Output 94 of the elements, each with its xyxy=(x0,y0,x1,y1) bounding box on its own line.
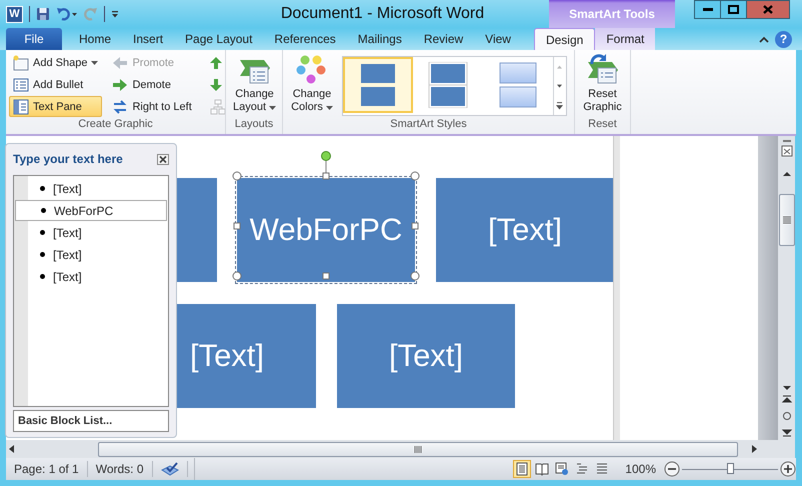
layout-name-link[interactable]: Basic Block List... xyxy=(13,410,169,432)
close-icon[interactable] xyxy=(157,154,169,164)
ribbon-button[interactable]: Change Colors xyxy=(286,52,338,118)
ribbon-button[interactable]: Add Bullet xyxy=(9,74,102,95)
caret-icon xyxy=(91,60,98,64)
diagram-shape[interactable]: WebForPC xyxy=(235,176,417,284)
right-arrow-icon xyxy=(112,76,128,92)
scroll-up-icon[interactable] xyxy=(780,170,792,178)
book-icon xyxy=(535,462,550,476)
text-pane-icon xyxy=(13,98,29,114)
ribbon-tab[interactable]: Home xyxy=(68,28,122,50)
left-arrow-icon xyxy=(112,54,128,70)
grip-icon xyxy=(414,446,422,452)
pane-title: Type your text here xyxy=(13,152,123,166)
group-label: SmartArt Styles xyxy=(389,118,468,132)
word-count[interactable]: Words: 0 xyxy=(88,461,153,477)
reset-graphic-icon xyxy=(586,54,620,86)
web-layout-icon xyxy=(555,462,570,476)
ribbon-tab[interactable]: References xyxy=(263,28,347,50)
list-item[interactable]: [Text] xyxy=(14,178,168,199)
scrollbar-thumb[interactable] xyxy=(778,194,794,246)
ribbon-button[interactable]: Text Pane xyxy=(9,96,102,117)
ribbon-button[interactable]: Right to Left xyxy=(108,96,196,117)
bullet-icon xyxy=(40,230,45,235)
swap-arrows-icon xyxy=(112,98,128,114)
item-text: WebForPC xyxy=(54,204,114,218)
undo-icon[interactable] xyxy=(56,7,78,21)
ribbon-button[interactable]: Add Shape xyxy=(9,52,102,73)
down-arrow-icon xyxy=(210,78,222,90)
ribbon-button[interactable]: Demote xyxy=(108,74,196,95)
up-arrow-icon xyxy=(210,56,222,68)
style-thumbnail[interactable] xyxy=(343,57,413,113)
ribbon-tab[interactable]: Format xyxy=(595,28,656,50)
maximize-button[interactable] xyxy=(720,0,747,19)
ribbon-tab[interactable]: Design xyxy=(534,28,596,50)
group-label: Layouts xyxy=(234,118,274,132)
color-dots-icon xyxy=(296,54,328,86)
customize-icon[interactable] xyxy=(111,10,119,18)
app-icon[interactable]: W xyxy=(6,6,23,22)
add-shape-icon xyxy=(13,54,29,70)
close-icon xyxy=(763,5,773,14)
add-bullet-icon xyxy=(13,76,29,92)
draft-icon xyxy=(595,462,610,476)
bullet-icon xyxy=(40,274,45,279)
minimize-button[interactable] xyxy=(694,0,721,19)
proofing-icon[interactable] xyxy=(160,462,179,476)
view-button[interactable] xyxy=(513,460,532,478)
ribbon-tab[interactable]: File xyxy=(6,28,62,50)
list-item[interactable]: [Text] xyxy=(14,244,168,265)
group-label: Reset xyxy=(587,118,618,132)
ribbon-tab[interactable]: Review xyxy=(412,28,474,50)
bullet-icon xyxy=(40,252,45,257)
contextual-tab-header: SmartArt Tools xyxy=(549,0,675,28)
collapse-ribbon-icon[interactable] xyxy=(759,36,769,42)
list-item[interactable]: [Text] xyxy=(14,266,168,287)
minimize-icon xyxy=(702,8,712,12)
help-button[interactable]: ? xyxy=(775,30,792,48)
outline-icon xyxy=(575,462,590,476)
ribbon-tab[interactable]: View xyxy=(474,28,522,50)
item-text: [Text] xyxy=(53,182,82,196)
page-count[interactable]: Page: 1 of 1 xyxy=(6,461,88,477)
style-preview-icon xyxy=(427,62,469,108)
slider-thumb[interactable] xyxy=(727,463,734,474)
list-item[interactable]: WebForPC xyxy=(15,200,167,221)
maximize-icon xyxy=(728,5,739,14)
zoom-slider[interactable] xyxy=(682,463,778,475)
save-icon[interactable] xyxy=(36,7,50,21)
text-entry-list[interactable]: [Text] WebForPC [Text] [Text] [Text] xyxy=(13,175,169,407)
ribbon-button[interactable]: Change Layout xyxy=(229,52,280,118)
ribbon-tab[interactable]: Mailings xyxy=(346,28,413,50)
bullet-icon xyxy=(40,186,45,191)
caret-icon xyxy=(269,106,276,110)
item-text: [Text] xyxy=(53,248,82,262)
ribbon-tab[interactable]: Insert xyxy=(122,28,174,50)
diagram-shape[interactable]: [Text] xyxy=(436,178,613,282)
scroll-down-icon[interactable] xyxy=(780,384,792,392)
zoom-out-icon[interactable] xyxy=(664,461,680,477)
caret-icon xyxy=(326,106,333,110)
item-text: [Text] xyxy=(53,226,82,240)
ribbon-tab[interactable]: Page Layout xyxy=(174,28,264,50)
print-layout-icon xyxy=(515,462,530,476)
list-item[interactable]: [Text] xyxy=(14,222,168,243)
zoom-in-icon[interactable] xyxy=(780,461,796,477)
window-title: Document1 - Microsoft Word xyxy=(280,5,484,23)
scrollbar-thumb[interactable] xyxy=(98,442,738,456)
diagram-shape[interactable]: [Text] xyxy=(337,304,515,408)
item-text: [Text] xyxy=(53,270,82,284)
bullet-icon xyxy=(41,208,46,213)
group-label: Create Graphic xyxy=(77,118,154,132)
zoom-level[interactable]: 100% xyxy=(617,462,664,476)
grip-icon xyxy=(782,216,790,224)
ribbon-button[interactable]: Reset Graphic xyxy=(578,52,627,118)
close-button[interactable] xyxy=(746,0,790,19)
style-preview-icon xyxy=(497,62,539,108)
